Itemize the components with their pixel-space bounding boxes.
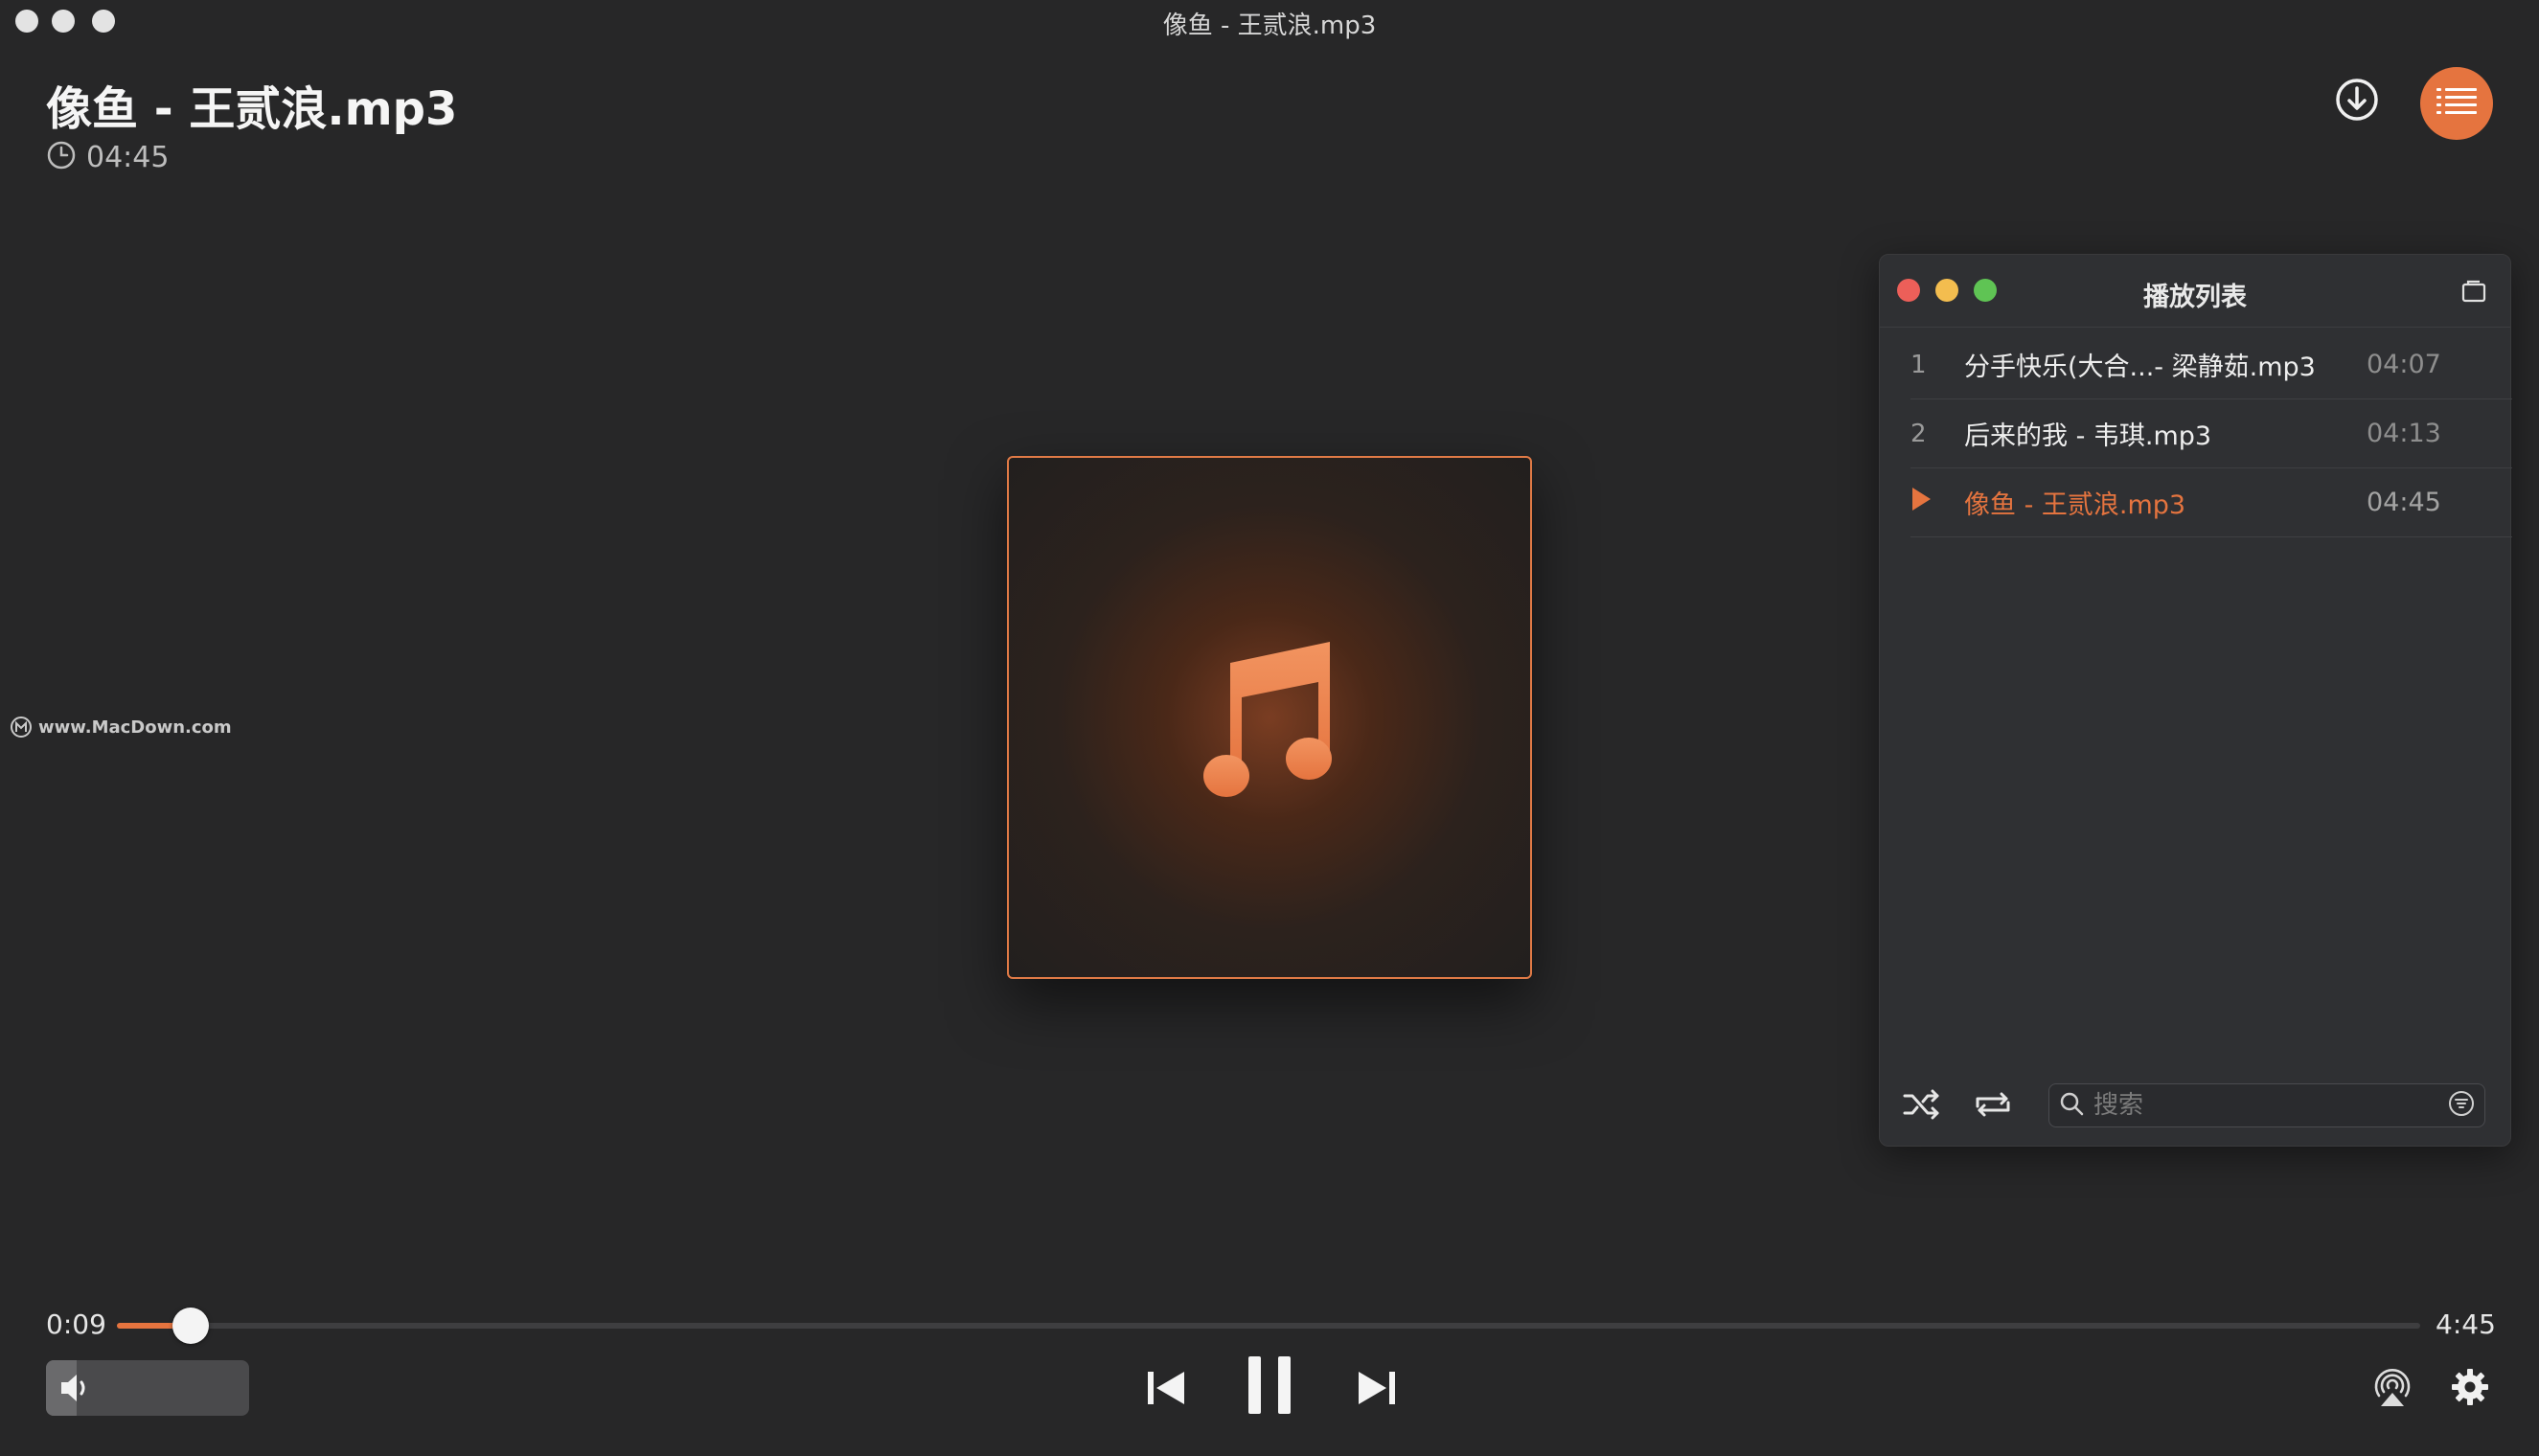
album-artwork xyxy=(1007,456,1532,979)
total-time: 4:45 xyxy=(2436,1308,2496,1340)
window-title: 像鱼 - 王贰浪.mp3 xyxy=(1162,11,1377,40)
speaker-icon xyxy=(59,1372,94,1408)
previous-button[interactable] xyxy=(1140,1364,1192,1416)
track-name: 后来的我 - 韦琪.mp3 xyxy=(1964,421,2212,451)
track-name: 分手快乐(大合...- 梁静茹.mp3 xyxy=(1964,353,2316,382)
previous-icon xyxy=(1146,1369,1186,1411)
playlist-search[interactable] xyxy=(2048,1083,2485,1127)
search-icon xyxy=(2059,1091,2084,1120)
progress-bar[interactable] xyxy=(117,1308,2420,1344)
playlist-item[interactable]: 1 分手快乐(大合...- 梁静茹.mp3 04:07 xyxy=(1910,330,2512,399)
playlist-toggle-button[interactable] xyxy=(2420,67,2493,140)
settings-button[interactable] xyxy=(2449,1368,2491,1410)
download-icon xyxy=(2334,77,2380,126)
track-number: 1 xyxy=(1910,350,1927,379)
playlist-title: 播放列表 xyxy=(2143,283,2247,312)
song-duration: 04:45 xyxy=(86,140,170,174)
duration-info: 04:45 xyxy=(46,140,169,174)
playlist-item[interactable]: 2 后来的我 - 韦琪.mp3 04:13 xyxy=(1910,399,2512,468)
shuffle-icon xyxy=(1903,1089,1941,1124)
watermark-text: www.MacDown.com xyxy=(38,717,232,738)
track-duration: 04:07 xyxy=(2367,350,2441,379)
progress-thumb[interactable] xyxy=(172,1308,209,1344)
pause-icon xyxy=(1247,1354,1292,1420)
track-name: 像鱼 - 王贰浪.mp3 xyxy=(1964,490,2186,520)
mini-window-button[interactable] xyxy=(2460,278,2487,305)
gear-icon xyxy=(2451,1368,2489,1410)
title-bar: 像鱼 - 王贰浪.mp3 xyxy=(0,0,2539,42)
repeat-icon xyxy=(1974,1089,2012,1124)
next-button[interactable] xyxy=(1351,1364,1403,1416)
song-title: 像鱼 - 王贰浪.mp3 xyxy=(46,82,458,136)
watermark: www.MacDown.com xyxy=(10,715,232,739)
track-duration: 04:45 xyxy=(2367,488,2441,517)
player-window: 像鱼 - 王贰浪.mp3 像鱼 - 王贰浪.mp3 04:45 www.MacD… xyxy=(0,0,2539,1456)
track-number: 2 xyxy=(1910,419,1927,448)
list-icon xyxy=(2436,87,2477,120)
search-input[interactable] xyxy=(2093,1091,2448,1120)
music-note-icon xyxy=(1198,634,1341,801)
next-icon xyxy=(1357,1369,1397,1411)
elapsed-time: 0:09 xyxy=(46,1308,106,1340)
track-duration: 04:13 xyxy=(2367,419,2441,448)
now-playing-icon xyxy=(1910,487,1964,518)
airplay-icon xyxy=(2371,1367,2413,1411)
pause-button[interactable] xyxy=(1242,1353,1297,1422)
filter-icon[interactable] xyxy=(2448,1090,2475,1121)
repeat-button[interactable] xyxy=(1972,1085,2014,1127)
playlist-item-active[interactable]: 像鱼 - 王贰浪.mp3 04:45 xyxy=(1910,468,2512,537)
shuffle-button[interactable] xyxy=(1901,1085,1943,1127)
playlist-panel: 播放列表 1 分手快乐(大合...- 梁静茹.mp3 04:07 2 后来的我 … xyxy=(1879,254,2512,1147)
clock-icon xyxy=(46,140,77,174)
playlist-title-bar: 播放列表 xyxy=(1880,255,2510,328)
download-button[interactable] xyxy=(2334,79,2380,125)
volume-slider[interactable] xyxy=(46,1360,249,1416)
airplay-button[interactable] xyxy=(2368,1368,2416,1410)
